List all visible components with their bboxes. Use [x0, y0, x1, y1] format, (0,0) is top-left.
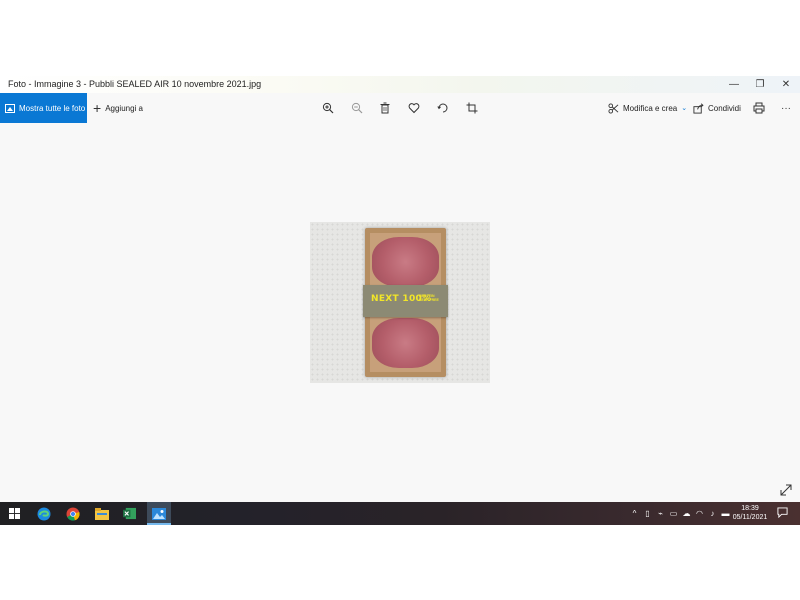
edit-and-create-button[interactable]: Modifica e crea ⌄ — [608, 93, 687, 123]
meat-package: NEXT 100% PROTEIN BEEF-FREE — [363, 228, 448, 377]
system-tray: ^ ▯ ⌁ ▭ ☁ ◠ ♪ ▬ — [630, 507, 730, 519]
battery-icon[interactable]: ▯ — [643, 507, 652, 519]
rotate-icon[interactable] — [435, 100, 451, 116]
taskbar: ^ ▯ ⌁ ▭ ☁ ◠ ♪ ▬ 18:39 05/11/2021 — [0, 502, 800, 525]
onedrive-icon[interactable]: ☁ — [682, 507, 691, 519]
share-label: Condividi — [708, 103, 741, 113]
favorite-icon[interactable] — [406, 100, 422, 116]
taskbar-clock[interactable]: 18:39 05/11/2021 — [727, 504, 773, 522]
expand-icon[interactable] — [778, 482, 794, 498]
wifi-icon[interactable]: ◠ — [695, 507, 704, 519]
show-all-photos-button[interactable]: Mostra tutte le foto — [0, 93, 87, 123]
edge-icon[interactable] — [35, 505, 52, 522]
label-side-text: PROTEIN BEEF-FREE — [419, 294, 439, 302]
volume-icon[interactable]: ♪ — [708, 507, 717, 519]
package-label-band: NEXT 100% PROTEIN BEEF-FREE — [363, 285, 448, 317]
toolbar: Mostra tutte le foto + Aggiungi a Modifi… — [0, 93, 800, 123]
burger-patty-top — [372, 237, 439, 287]
edit-icon — [608, 102, 619, 114]
clock-date: 05/11/2021 — [732, 514, 768, 521]
edit-and-create-label: Modifica e crea — [623, 103, 678, 113]
screen-bottom-margin — [0, 525, 800, 600]
meet-now-icon[interactable]: ▭ — [669, 507, 678, 519]
clock-time: 18:39 — [741, 505, 759, 512]
delete-icon[interactable] — [377, 100, 393, 116]
share-button[interactable]: Condividi — [693, 93, 741, 123]
usb-icon[interactable]: ⌁ — [656, 507, 665, 519]
windows-start-icon[interactable] — [6, 505, 23, 522]
crop-icon[interactable] — [464, 100, 480, 116]
screen-top-margin — [0, 0, 800, 76]
add-to-button[interactable]: + Aggiungi a — [93, 93, 143, 123]
chevron-down-icon: ⌄ — [681, 105, 688, 112]
chrome-icon[interactable] — [64, 505, 81, 522]
share-icon — [693, 102, 704, 114]
picture-icon — [5, 103, 15, 113]
photos-icon[interactable] — [150, 505, 167, 522]
minimize-button[interactable]: — — [720, 77, 748, 92]
zoom-in-icon[interactable] — [320, 100, 336, 116]
excel-icon[interactable] — [121, 505, 138, 522]
title-bar: Foto - Immagine 3 - Pubbli SEALED AIR 10… — [0, 76, 800, 93]
photos-app-window: Foto - Immagine 3 - Pubbli SEALED AIR 10… — [0, 76, 800, 502]
add-to-label: Aggiungi a — [105, 103, 143, 113]
plus-icon: + — [93, 100, 102, 116]
chevron-up-icon[interactable]: ^ — [630, 507, 639, 519]
print-icon[interactable] — [751, 100, 767, 116]
image-viewer: NEXT 100% PROTEIN BEEF-FREE — [0, 123, 800, 502]
more-options-icon[interactable]: ··· — [778, 100, 794, 116]
window-title: Foto - Immagine 3 - Pubbli SEALED AIR 10… — [8, 79, 262, 89]
displayed-photo: NEXT 100% PROTEIN BEEF-FREE — [310, 222, 490, 383]
file-explorer-icon[interactable] — [93, 505, 110, 522]
close-button[interactable]: ✕ — [772, 77, 800, 92]
zoom-out-icon[interactable] — [349, 100, 365, 116]
burger-patty-bottom — [372, 318, 439, 368]
notification-center-icon[interactable] — [777, 507, 789, 519]
maximize-button[interactable]: ❐ — [746, 77, 774, 92]
show-all-photos-label: Mostra tutte le foto — [19, 103, 86, 113]
